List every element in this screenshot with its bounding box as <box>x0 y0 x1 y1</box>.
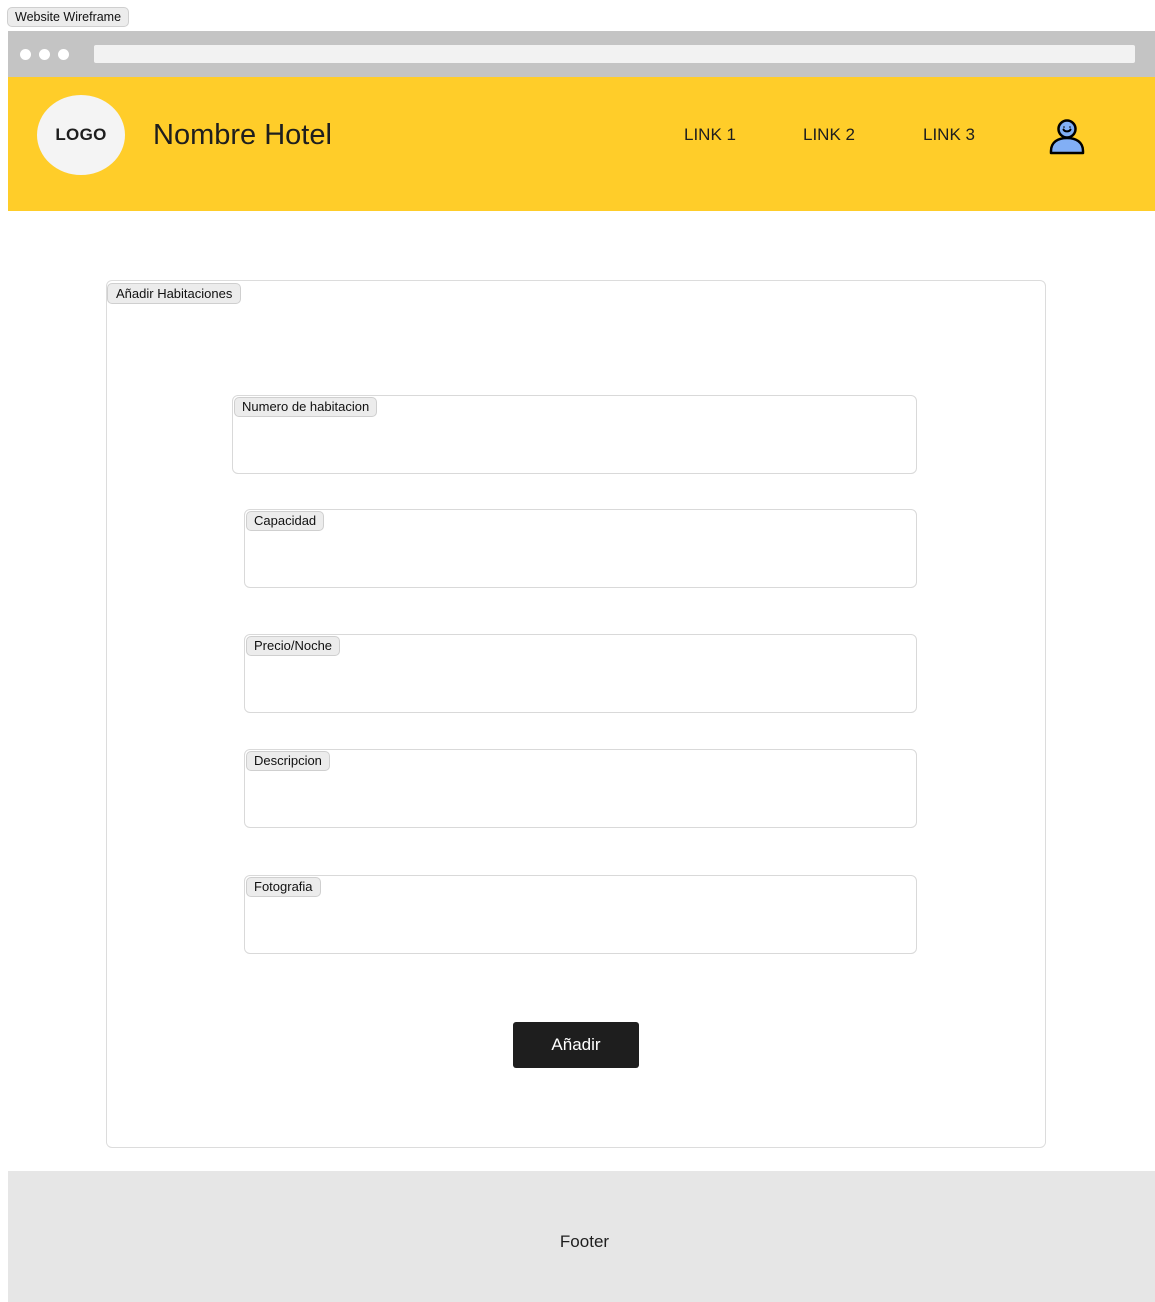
user-profile-icon[interactable] <box>1047 117 1087 157</box>
field-label: Fotografia <box>246 877 321 897</box>
section-title: Añadir Habitaciones <box>107 283 242 304</box>
room-number-field[interactable]: Numero de habitacion <box>232 395 917 474</box>
site-header: LOGO Nombre Hotel LINK 1 LINK 2 LINK 3 <box>8 77 1155 211</box>
nav-link-3[interactable]: LINK 3 <box>923 125 975 145</box>
footer-text: Footer <box>559 1232 610 1251</box>
field-label: Descripcion <box>246 751 330 771</box>
window-dot-icon <box>20 49 31 60</box>
logo[interactable]: LOGO <box>37 95 125 175</box>
window-dot-icon <box>39 49 50 60</box>
description-field[interactable]: Descripcion <box>244 749 917 828</box>
price-per-night-field[interactable]: Precio/Noche <box>244 634 917 713</box>
frame-title-tag: Website Wireframe <box>7 7 130 27</box>
add-rooms-form-card: Añadir Habitaciones Numero de habitacion… <box>106 280 1046 1148</box>
window-dot-icon <box>58 49 69 60</box>
browser-bar <box>8 31 1155 77</box>
capacity-field[interactable]: Capacidad <box>244 509 917 588</box>
site-footer: Footer <box>8 1171 1155 1302</box>
hotel-name-title: Nombre Hotel <box>153 119 332 151</box>
field-label: Precio/Noche <box>246 636 341 656</box>
add-button[interactable]: Añadir <box>513 1022 639 1068</box>
field-label: Numero de habitacion <box>234 397 378 417</box>
nav-link-1[interactable]: LINK 1 <box>684 125 736 145</box>
field-label: Capacidad <box>246 511 325 531</box>
address-bar[interactable] <box>94 45 1135 63</box>
nav-link-2[interactable]: LINK 2 <box>803 125 855 145</box>
photo-field[interactable]: Fotografia <box>244 875 917 954</box>
